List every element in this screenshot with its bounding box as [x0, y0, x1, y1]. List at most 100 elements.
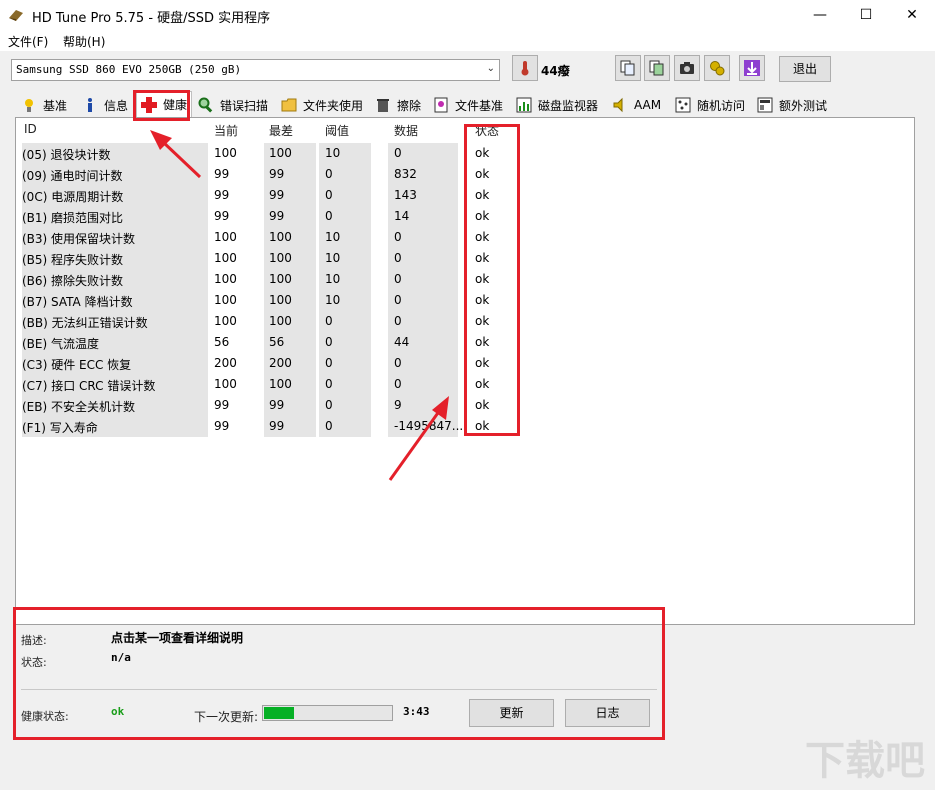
menu-file[interactable]: 文件(F) — [8, 33, 48, 50]
raw-data-value: 143 — [394, 188, 417, 202]
thermometer-icon — [521, 61, 529, 76]
attribute-name: (BE) 气流温度 — [22, 337, 99, 351]
menu-help[interactable]: 帮助(H) — [63, 33, 105, 50]
worst-value: 100 — [269, 314, 292, 328]
tab-label: 基准 — [43, 98, 68, 113]
tab-erase[interactable]: 擦除 — [375, 93, 421, 117]
attribute-name: (B5) 程序失败计数 — [22, 253, 124, 267]
exit-button[interactable]: 退出 — [779, 56, 831, 82]
tab-label: 额外测试 — [779, 98, 828, 113]
threshold-value: 0 — [325, 419, 333, 433]
raw-data-value: 9 — [394, 398, 402, 412]
tab-extra-tests[interactable]: 额外测试 — [757, 93, 827, 117]
current-value: 100 — [214, 293, 237, 307]
current-value: 99 — [214, 188, 230, 202]
highlight-box-health-tab — [133, 90, 190, 121]
current-value: 200 — [214, 356, 237, 370]
tab-disk-monitor[interactable]: 磁盘监视器 — [516, 93, 598, 117]
minimize-button[interactable]: — — [797, 0, 843, 31]
tab-label: 文件基准 — [455, 98, 504, 113]
drive-select[interactable]: Samsung SSD 860 EVO 250GB (250 gB) ⌄ — [11, 59, 500, 81]
toolbar: Samsung SSD 860 EVO 250GB (250 gB) ⌄ 44癈… — [0, 51, 935, 91]
tab-random-access[interactable]: 随机访问 — [675, 93, 745, 117]
threshold-value: 0 — [325, 209, 333, 223]
tab-label: 擦除 — [397, 98, 422, 113]
column-header-threshold[interactable]: 阈值 — [325, 122, 349, 139]
threshold-value: 10 — [325, 272, 341, 286]
worst-value: 100 — [269, 272, 292, 286]
raw-data-value: 0 — [394, 377, 402, 391]
copy-text-button[interactable] — [615, 55, 641, 81]
worst-value: 99 — [269, 209, 285, 223]
threshold-value: 0 — [325, 188, 333, 202]
threshold-value: 0 — [325, 398, 333, 412]
attribute-name: (F1) 写入寿命 — [22, 421, 98, 435]
temperature-button[interactable] — [512, 55, 538, 81]
raw-data-value: 44 — [394, 335, 410, 349]
copy-screenshot-button[interactable] — [644, 55, 670, 81]
column-header-current[interactable]: 当前 — [214, 122, 238, 139]
extra-tests-icon — [757, 97, 773, 113]
download-arrow-icon — [744, 60, 760, 76]
trash-icon — [377, 99, 389, 112]
raw-data-value: 0 — [394, 356, 402, 370]
tab-label: 随机访问 — [697, 98, 746, 113]
threshold-value: 10 — [325, 293, 341, 307]
title-bar: HD Tune Pro 5.75 - 硬盘/SSD 实用程序 — ☐ ✕ — [0, 0, 935, 31]
worst-value: 99 — [269, 419, 285, 433]
benchmark-icon — [25, 99, 33, 112]
close-button[interactable]: ✕ — [889, 0, 935, 31]
tab-aam[interactable]: AAM — [612, 93, 661, 117]
raw-data-value: 832 — [394, 167, 417, 181]
column-header-worst[interactable]: 最差 — [269, 122, 293, 139]
tab-info[interactable]: 信息 — [82, 93, 128, 117]
attribute-name: (B1) 磨损范围对比 — [22, 211, 124, 225]
watermark: 下载吧 — [805, 738, 925, 784]
tab-error-scan[interactable]: 错误扫描 — [198, 93, 268, 117]
copy-icon — [620, 60, 635, 76]
speaker-icon — [613, 97, 623, 113]
save-button[interactable] — [739, 55, 765, 81]
screenshot-button[interactable] — [674, 55, 700, 81]
maximize-button[interactable]: ☐ — [843, 0, 889, 31]
attribute-name: (BB) 无法纠正错误计数 — [22, 316, 148, 330]
random-access-icon — [675, 97, 691, 113]
menu-bar: 文件(F) 帮助(H) — [0, 31, 935, 51]
tab-benchmark[interactable]: 基准 — [21, 93, 67, 117]
file-benchmark-icon — [434, 97, 448, 113]
options-button[interactable] — [704, 55, 730, 81]
worst-value: 100 — [269, 293, 292, 307]
current-value: 100 — [214, 230, 237, 244]
tab-file-benchmark[interactable]: 文件基准 — [433, 93, 503, 117]
worst-value: 100 — [269, 377, 292, 391]
chevron-down-icon: ⌄ — [486, 63, 495, 74]
tab-label: 信息 — [104, 98, 129, 113]
threshold-value: 0 — [325, 356, 333, 370]
folder-icon — [281, 98, 297, 112]
info-icon — [88, 98, 92, 112]
tab-label: 磁盘监视器 — [538, 98, 599, 113]
attribute-name: (C3) 硬件 ECC 恢复 — [22, 358, 132, 372]
monitor-chart-icon — [516, 97, 532, 113]
raw-data-value: 14 — [394, 209, 410, 223]
attribute-name: (C7) 接口 CRC 错误计数 — [22, 379, 156, 393]
camera-icon — [680, 62, 694, 74]
tab-label: 错误扫描 — [220, 98, 269, 113]
current-value: 100 — [214, 272, 237, 286]
current-value: 100 — [214, 251, 237, 265]
column-header-data[interactable]: 数据 — [394, 122, 418, 139]
raw-data-value: 0 — [394, 146, 402, 160]
highlight-box-status-column — [464, 124, 520, 436]
drive-select-value: Samsung SSD 860 EVO 250GB (250 gB) — [16, 63, 242, 76]
current-value: 56 — [214, 335, 230, 349]
column-header-id[interactable]: ID — [24, 122, 37, 136]
app-logo-icon — [9, 10, 23, 21]
window-title: HD Tune Pro 5.75 - 硬盘/SSD 实用程序 — [32, 11, 271, 26]
magnifier-icon — [198, 97, 213, 113]
attribute-name: (B6) 擦除失败计数 — [22, 274, 124, 288]
attribute-name: (0C) 电源周期计数 — [22, 190, 124, 204]
worst-value: 200 — [269, 356, 292, 370]
tab-folder-usage[interactable]: 文件夹使用 — [281, 93, 363, 117]
worst-value: 100 — [269, 230, 292, 244]
current-value: 99 — [214, 209, 230, 223]
